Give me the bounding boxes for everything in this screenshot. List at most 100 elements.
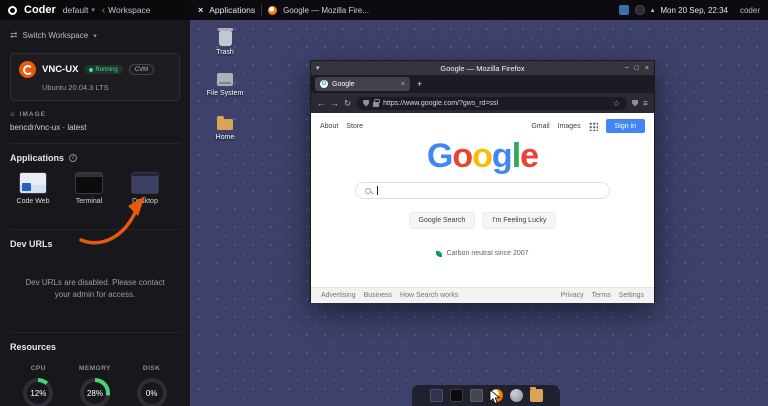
gauge-value: 28% bbox=[86, 388, 103, 398]
web-globe-icon[interactable] bbox=[509, 389, 523, 402]
tray-notifications-icon[interactable] bbox=[634, 5, 645, 15]
minimize-button[interactable]: − bbox=[625, 65, 629, 72]
applications-menu[interactable]: Applications bbox=[209, 5, 255, 15]
terms-link[interactable]: Terms bbox=[592, 292, 611, 299]
carbon-neutral-link[interactable]: Carbon neutral since 2007 bbox=[446, 250, 528, 257]
back-button[interactable]: ← bbox=[317, 99, 326, 108]
show-desktop-icon[interactable] bbox=[429, 389, 443, 402]
desktop-icon-label: File System bbox=[206, 90, 244, 97]
taskbar-window-button[interactable]: Google — Mozilla Fire... bbox=[283, 6, 369, 15]
url-text[interactable]: https://www.google.com/?gws_rd=ssl bbox=[383, 100, 609, 107]
dev-urls-message: Dev URLs are disabled. Please contact yo… bbox=[25, 278, 165, 299]
app-tile-desktop[interactable]: Desktop bbox=[122, 172, 168, 205]
firefox-window: ▾ Google — Mozilla Firefox − □ × G Googl… bbox=[310, 60, 655, 303]
chevron-down-icon: ▾ bbox=[93, 32, 97, 40]
search-icon bbox=[365, 187, 371, 194]
workspace-card[interactable]: VNC-UX Running CVM Ubuntu 20.04.3 LTS bbox=[10, 53, 180, 101]
gauge-memory: MEMORY 28% bbox=[73, 365, 117, 406]
application-tiles: Code Web Terminal Desktop bbox=[10, 172, 180, 205]
gauge-disk: DISK 0% bbox=[130, 365, 174, 406]
org-label: default bbox=[62, 5, 89, 15]
memory-gauge-ring: 28% bbox=[79, 378, 110, 406]
file-manager-icon[interactable] bbox=[469, 389, 483, 402]
images-link[interactable]: Images bbox=[558, 123, 581, 130]
code-web-icon bbox=[19, 172, 47, 194]
logo-letter: o bbox=[452, 137, 473, 175]
status-badge: Running bbox=[84, 65, 123, 74]
google-favicon-icon: G bbox=[320, 80, 328, 88]
chevron-left-icon: ‹ bbox=[101, 4, 106, 16]
url-bar[interactable]: https://www.google.com/?gws_rd=ssl ☆ bbox=[356, 96, 628, 110]
firefox-titlebar[interactable]: ▾ Google — Mozilla Firefox − □ × bbox=[311, 61, 654, 75]
breadcrumb-workspace[interactable]: ‹ Workspace bbox=[102, 5, 151, 16]
coder-logo-icon bbox=[8, 5, 17, 15]
vnc-desktop: Trash File System Home ▾ Google — Mozill… bbox=[190, 20, 768, 406]
switch-workspace-label: Switch Workspace bbox=[22, 31, 89, 40]
org-selector[interactable]: default ▾ bbox=[63, 5, 95, 15]
store-link[interactable]: Store bbox=[346, 123, 363, 130]
feeling-lucky-button[interactable]: I'm Feeling Lucky bbox=[482, 212, 557, 229]
logo-letter: o bbox=[472, 137, 493, 175]
panel-clock[interactable]: Mon 20 Sep, 22:34 bbox=[660, 6, 728, 15]
new-tab-button[interactable]: + bbox=[414, 79, 425, 89]
google-footer: Advertising Business How Search works Priv… bbox=[311, 287, 654, 303]
switch-icon: ⇄ bbox=[10, 30, 18, 40]
app-tile-terminal[interactable]: Terminal bbox=[66, 172, 112, 205]
close-button[interactable]: × bbox=[645, 65, 649, 72]
extension-shield-icon[interactable] bbox=[632, 99, 639, 107]
panel-caret-icon[interactable]: ▴ bbox=[651, 6, 655, 14]
workspace-avatar bbox=[19, 61, 36, 78]
sign-in-button[interactable]: Sign in bbox=[605, 119, 645, 133]
resources-gauges: CPU 12% MEMORY 28% DISK 0% bbox=[10, 365, 180, 406]
terminal-launcher-icon[interactable] bbox=[449, 389, 463, 402]
drive-icon bbox=[217, 73, 233, 86]
browser-tab-google[interactable]: G Google × bbox=[315, 77, 410, 91]
tray-display-icon[interactable] bbox=[618, 5, 629, 15]
how-search-works-link[interactable]: How Search works bbox=[400, 292, 458, 299]
settings-link[interactable]: Settings bbox=[619, 292, 644, 299]
desktop-app-icon bbox=[131, 172, 159, 194]
applications-menu-icon: × bbox=[198, 5, 204, 15]
desktop-icon-filesystem[interactable]: File System bbox=[198, 72, 252, 97]
maximize-button[interactable]: □ bbox=[635, 65, 639, 72]
vnc-top-panel: × Applications Google — Mozilla Fire... … bbox=[190, 0, 768, 20]
gmail-link[interactable]: Gmail bbox=[531, 123, 549, 130]
applications-title-row: Applications i bbox=[10, 153, 180, 163]
applications-title: Applications bbox=[10, 153, 65, 163]
forward-button[interactable]: → bbox=[331, 99, 340, 108]
menu-icon[interactable]: ≡ bbox=[643, 99, 648, 108]
about-link[interactable]: About bbox=[320, 123, 338, 130]
privacy-link[interactable]: Privacy bbox=[561, 292, 584, 299]
terminal-icon bbox=[75, 172, 103, 194]
desktop-icon-trash[interactable]: Trash bbox=[198, 28, 252, 56]
screen: Coder default ▾ ‹ Workspace × Applicatio… bbox=[0, 0, 768, 406]
app-tile-code-web[interactable]: Code Web bbox=[10, 172, 56, 205]
image-label-row: ≡ IMAGE bbox=[10, 110, 180, 119]
switch-workspace-link[interactable]: ⇄ Switch Workspace ▾ bbox=[10, 30, 180, 41]
breadcrumb-label: Workspace bbox=[108, 5, 151, 15]
window-title: Google — Mozilla Firefox bbox=[440, 63, 525, 73]
info-icon[interactable]: i bbox=[69, 154, 78, 162]
tracking-shield-icon[interactable] bbox=[363, 99, 370, 107]
gauge-label: CPU bbox=[30, 365, 46, 373]
google-search-button[interactable]: Google Search bbox=[408, 212, 476, 229]
panel-separator bbox=[261, 4, 263, 16]
bookmark-star-icon[interactable]: ☆ bbox=[613, 99, 620, 108]
folder-launcher-icon[interactable] bbox=[529, 387, 543, 402]
top-bar: Coder default ▾ ‹ Workspace × Applicatio… bbox=[0, 0, 768, 20]
google-apps-grid-icon[interactable] bbox=[588, 121, 598, 131]
firefox-launcher-icon[interactable] bbox=[489, 389, 503, 402]
tab-close-icon[interactable]: × bbox=[401, 81, 405, 88]
window-controls: − □ × bbox=[625, 65, 649, 72]
home-folder-icon bbox=[217, 116, 233, 130]
search-input[interactable] bbox=[355, 182, 610, 199]
gauge-value: 0% bbox=[145, 388, 158, 398]
reload-button[interactable]: ↻ bbox=[344, 99, 351, 108]
desktop-icon-home[interactable]: Home bbox=[198, 116, 252, 141]
business-link[interactable]: Business bbox=[364, 292, 392, 299]
advertising-link[interactable]: Advertising bbox=[321, 292, 356, 299]
gauge-cpu: CPU 12% bbox=[16, 365, 60, 406]
workspace-name: VNC-UX bbox=[42, 64, 79, 75]
header-links-right: Gmail Images Sign in bbox=[531, 119, 645, 133]
google-header: About Store Gmail Images Sign in bbox=[311, 113, 654, 133]
